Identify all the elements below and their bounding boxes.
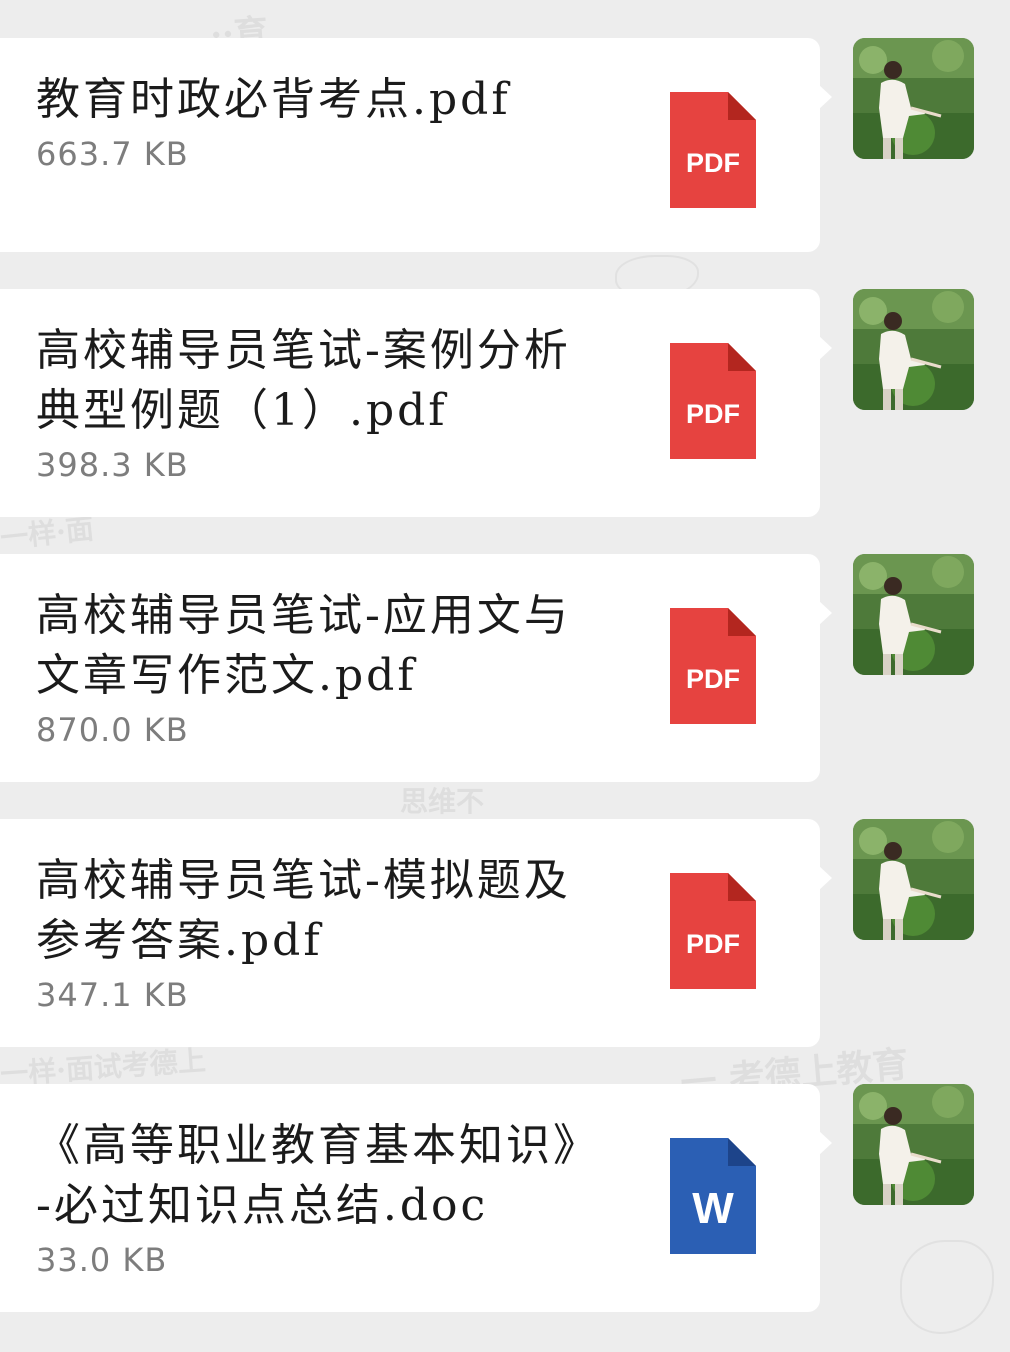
background-doodle bbox=[900, 1240, 994, 1334]
file-message-bubble[interactable]: 高校辅导员笔试-模拟题及参考答案.pdf 347.1 KB PDF bbox=[0, 819, 832, 1047]
word-file-icon: W bbox=[670, 1138, 756, 1254]
bubble-tail bbox=[818, 865, 832, 891]
file-size: 33.0 KB bbox=[36, 1241, 168, 1279]
background-watermark: 思维不 bbox=[400, 785, 485, 818]
bubble-tail bbox=[818, 335, 832, 361]
user-avatar-photo bbox=[853, 819, 974, 940]
file-message-bubble[interactable]: 《高等职业教育基本知识》-必过知识点总结.doc 33.0 KB W bbox=[0, 1084, 832, 1312]
bubble-tail bbox=[818, 84, 832, 110]
user-avatar-photo bbox=[853, 1084, 974, 1205]
file-message-bubble[interactable]: 高校辅导员笔试-案例分析典型例题（1）.pdf 398.3 KB PDF bbox=[0, 289, 832, 517]
user-avatar[interactable] bbox=[853, 289, 974, 410]
file-name: 高校辅导员笔试-案例分析典型例题（1）.pdf bbox=[36, 325, 571, 436]
file-size: 870.0 KB bbox=[36, 711, 189, 749]
user-avatar-photo bbox=[853, 38, 974, 159]
file-type-label: W bbox=[692, 1184, 734, 1233]
file-name: 教育时政必背考点.pdf bbox=[36, 74, 511, 125]
file-name: 《高等职业教育基本知识》-必过知识点总结.doc bbox=[36, 1120, 600, 1231]
user-avatar[interactable] bbox=[853, 1084, 974, 1205]
file-message-bubble[interactable]: 教育时政必背考点.pdf 663.7 KB PDF bbox=[0, 38, 832, 252]
pdf-file-icon: PDF bbox=[670, 873, 756, 989]
pdf-file-icon: PDF bbox=[670, 343, 756, 459]
user-avatar[interactable] bbox=[853, 38, 974, 159]
file-size: 347.1 KB bbox=[36, 976, 189, 1014]
file-type-label: PDF bbox=[686, 929, 740, 959]
user-avatar-photo bbox=[853, 554, 974, 675]
file-type-label: PDF bbox=[686, 148, 740, 178]
pdf-file-icon: PDF bbox=[670, 608, 756, 724]
file-type-label: PDF bbox=[686, 664, 740, 694]
file-type-label: PDF bbox=[686, 399, 740, 429]
user-avatar[interactable] bbox=[853, 819, 974, 940]
bubble-tail bbox=[818, 600, 832, 626]
file-name: 高校辅导员笔试-应用文与文章写作范文.pdf bbox=[36, 590, 571, 701]
user-avatar[interactable] bbox=[853, 554, 974, 675]
file-size: 663.7 KB bbox=[36, 135, 189, 173]
file-name: 高校辅导员笔试-模拟题及参考答案.pdf bbox=[36, 855, 571, 966]
file-size: 398.3 KB bbox=[36, 446, 189, 484]
user-avatar-photo bbox=[853, 289, 974, 410]
file-message-bubble[interactable]: 高校辅导员笔试-应用文与文章写作范文.pdf 870.0 KB PDF bbox=[0, 554, 832, 782]
pdf-file-icon: PDF bbox=[670, 92, 756, 208]
bubble-tail bbox=[818, 1130, 832, 1156]
